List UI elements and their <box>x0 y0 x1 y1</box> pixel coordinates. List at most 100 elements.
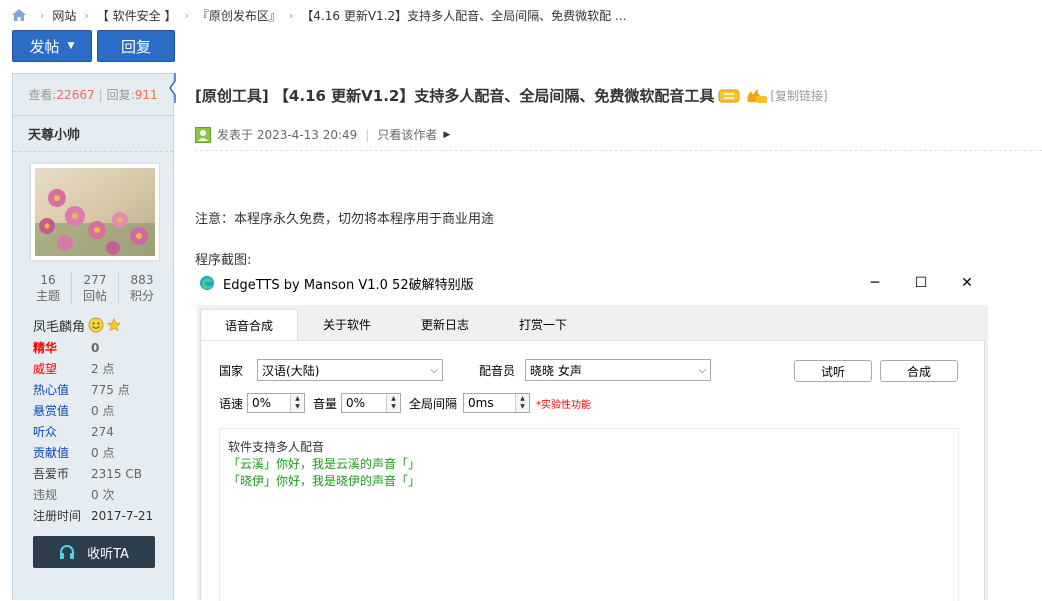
count-label: 回帖 <box>82 289 107 303</box>
info-key[interactable]: 威望 <box>33 360 91 377</box>
app-tabs: 语音合成 关于软件 更新日志 打赏一下 <box>197 305 988 340</box>
avatar-flower-image <box>35 168 155 256</box>
new-post-button[interactable]: 发帖 ▼ <box>12 30 92 62</box>
author-name[interactable]: 天尊小帅 <box>13 116 173 152</box>
breadcrumb-item-thread[interactable]: 【4.16 更新V1.2】支持多人配音、全局间隔、免费微软配 ... <box>301 7 626 24</box>
edge-icon <box>200 276 214 290</box>
author-info: 精华 0 威望 2 点 热心值 775 点 悬赏值 0 点 听众 274 贡献值 0 点 吾… <box>33 337 173 526</box>
minimize-icon[interactable]: ─ <box>852 267 898 299</box>
tab-changelog[interactable]: 更新日志 <box>396 309 494 340</box>
stepper-arrows-icon[interactable]: ▲ ▼ <box>290 394 305 412</box>
info-value: 2315 CB <box>91 466 142 481</box>
info-key[interactable]: 精华 <box>33 339 91 356</box>
stats-divider: | <box>98 87 103 102</box>
synthesize-button[interactable]: 合成 <box>880 360 958 382</box>
volume-stepper[interactable]: 0% ▲ ▼ <box>341 393 402 413</box>
views-label: 查看: <box>28 88 57 102</box>
recommend-badge-icon <box>718 89 740 102</box>
tab-synthesis[interactable]: 语音合成 <box>200 309 298 340</box>
country-select[interactable]: 汉语(大陆) ⌵ <box>257 359 444 381</box>
info-row-digest: 精华 0 <box>33 337 173 358</box>
info-row-coins: 吾爱币 2315 CB <box>33 463 173 484</box>
voice-select[interactable]: 晓晓 女声 ⌵ <box>525 359 712 381</box>
home-icon[interactable] <box>12 9 26 21</box>
post-meta: 发表于 2023-4-13 20:49 | 只看该作者 ▶ <box>195 126 450 143</box>
experimental-note: *实验性功能 <box>536 399 592 411</box>
replies-label: 回复: <box>106 88 135 102</box>
star-icon <box>107 318 121 332</box>
action-toolbar: 发帖 ▼ 回复 <box>12 30 175 62</box>
voice-row: 国家 汉语(大陆) ⌵ 配音员 晓晓 女声 ⌵ <box>219 359 712 381</box>
count-points[interactable]: 883 积分 <box>119 272 165 304</box>
follow-button[interactable]: 收听TA <box>33 536 155 568</box>
follow-label: 收听TA <box>87 546 129 562</box>
info-key: 吾爱币 <box>33 467 70 481</box>
country-value: 汉语(大陆) <box>262 363 320 378</box>
info-key[interactable]: 听众 <box>33 423 91 440</box>
breadcrumb: › 网站 › 【 软件安全 】 › 『原创发布区』 › 【4.16 更新V1.2… <box>0 0 1042 30</box>
breadcrumb-item-site[interactable]: 网站 <box>52 7 76 24</box>
close-icon[interactable]: ✕ <box>944 267 990 299</box>
copy-link[interactable]: [复制链接] <box>770 87 827 104</box>
script-line: 软件支持多人配音 <box>228 440 325 454</box>
caret-down-icon: ▼ <box>67 41 75 51</box>
info-row-followers: 听众 274 <box>33 421 173 442</box>
stepper-arrows-icon[interactable]: ▲ ▼ <box>386 394 401 412</box>
volume-value: 0% <box>346 396 366 410</box>
post-body: [原创工具] 【4.16 更新V1.2】支持多人配音、全局间隔、免费微软配音工具… <box>174 73 1042 601</box>
preview-button[interactable]: 试听 <box>794 360 872 382</box>
hot-badge-icon <box>747 88 768 103</box>
headphones-icon <box>60 545 75 559</box>
window-title: EdgeTTS by Manson V1.0 52破解特别版 <box>223 277 474 293</box>
interval-value: 0ms <box>468 396 494 410</box>
interval-stepper[interactable]: 0ms ▲ ▼ <box>463 393 531 413</box>
count-replies[interactable]: 277 回帖 <box>72 272 119 304</box>
app-screenshot-window: EdgeTTS by Manson V1.0 52破解特别版 ─ ☐ ✕ 语音合… <box>194 267 990 601</box>
info-value: 775 点 <box>91 383 130 397</box>
volume-label: 音量 <box>313 396 338 411</box>
synthesis-pane: 国家 汉语(大陆) ⌵ 配音员 晓晓 女声 ⌵ 试听 合成 语速 0% ▲ ▼ … <box>200 340 985 601</box>
speed-value: 0% <box>252 396 272 410</box>
smiley-icon <box>88 317 104 333</box>
voice-value: 晓晓 女声 <box>530 363 582 378</box>
breadcrumb-item-section[interactable]: 【 软件安全 】 <box>97 7 177 24</box>
info-value: 2017-7-21 <box>91 508 154 523</box>
window-controls: ─ ☐ ✕ <box>852 267 990 299</box>
breadcrumb-separator: › <box>40 8 45 22</box>
post-title-row: [原创工具] 【4.16 更新V1.2】支持多人配音、全局间隔、免费微软配音工具… <box>195 85 828 106</box>
screenshot-label: 程序截图: <box>195 253 252 268</box>
meta-divider: | <box>365 127 370 142</box>
info-value: 0 <box>91 340 100 355</box>
post-title: [原创工具] 【4.16 更新V1.2】支持多人配音、全局间隔、免费微软配音工具 <box>195 87 715 105</box>
tab-donate[interactable]: 打赏一下 <box>494 309 592 340</box>
info-value: 0 点 <box>91 446 115 460</box>
info-row-violations: 违规 0 次 <box>33 484 173 505</box>
stepper-arrows-icon[interactable]: ▲ ▼ <box>515 394 530 412</box>
info-key[interactable]: 悬赏值 <box>33 402 91 419</box>
interval-label: 全局间隔 <box>409 396 458 411</box>
tab-about[interactable]: 关于软件 <box>298 309 396 340</box>
reply-button[interactable]: 回复 <box>97 30 175 62</box>
info-key: 违规 <box>33 488 58 502</box>
speed-stepper[interactable]: 0% ▲ ▼ <box>247 393 306 413</box>
maximize-icon[interactable]: ☐ <box>898 267 944 299</box>
thread-stats: 查看: 22667 | 回复: 911 <box>13 74 173 116</box>
author-sidebar: 查看: 22667 | 回复: 911 天尊小帅 16 主题 277 回帖 883 积… <box>12 73 174 600</box>
app-panel: 语音合成 关于软件 更新日志 打赏一下 国家 汉语(大陆) ⌵ 配音员 晓晓 女… <box>197 305 988 601</box>
info-row-bounty: 悬赏值 0 点 <box>33 400 173 421</box>
info-row-enthusiasm: 热心值 775 点 <box>33 379 173 400</box>
info-key[interactable]: 贡献值 <box>33 444 91 461</box>
count-threads[interactable]: 16 主题 <box>25 272 72 304</box>
avatar[interactable] <box>31 164 159 260</box>
breadcrumb-item-forum[interactable]: 『原创发布区』 <box>197 7 281 24</box>
replies-count: 911 <box>134 87 158 102</box>
info-row-prestige: 威望 2 点 <box>33 358 173 379</box>
info-value: 274 <box>91 424 114 439</box>
rank-label[interactable]: 凤毛麟角 <box>33 316 85 335</box>
chevron-down-icon: ⌵ <box>698 364 707 376</box>
author-only-link[interactable]: 只看该作者 <box>377 126 437 143</box>
count-label: 积分 <box>129 289 154 303</box>
script-textarea[interactable]: 软件支持多人配音 「云溪」你好，我是云溪的声音「」 「晓伊」你好，我是晓伊的声音… <box>219 428 959 601</box>
country-label: 国家 <box>219 363 244 378</box>
info-key[interactable]: 热心值 <box>33 381 91 398</box>
